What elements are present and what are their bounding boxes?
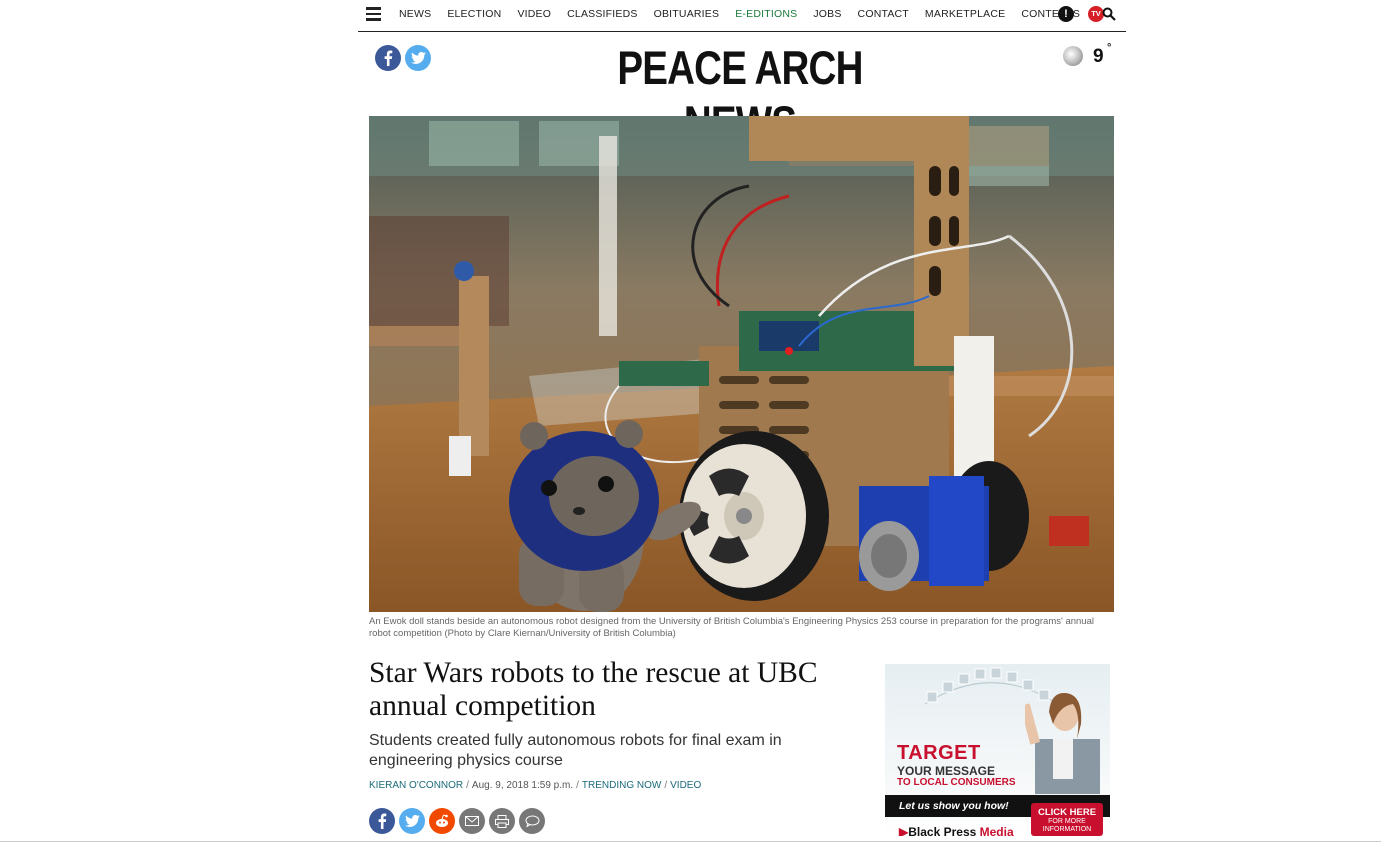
robot-photo [369, 116, 1114, 612]
reddit-icon[interactable] [429, 808, 455, 834]
ad-businesswoman-image [1025, 692, 1100, 794]
facebook-icon[interactable] [369, 808, 395, 834]
menu-icon[interactable] [366, 7, 381, 21]
publish-date: Aug. 9, 2018 1:59 p.m. [471, 780, 574, 791]
twitter-icon[interactable] [405, 45, 431, 71]
hero-image[interactable] [369, 116, 1114, 612]
article-headline: Star Wars robots to the rescue at UBC an… [369, 657, 818, 722]
twitter-icon[interactable] [399, 808, 425, 834]
comment-icon[interactable] [519, 808, 545, 834]
ad-tagline: Let us show you how! [899, 800, 1009, 812]
nav-news[interactable]: NEWS [399, 8, 431, 20]
nav-jobs[interactable]: JOBS [813, 8, 841, 20]
ad-brand-a: Black Press [908, 825, 977, 836]
hero-caption: An Ewok doll stands beside an autonomous… [369, 616, 1094, 639]
top-navigation: NEWS ELECTION VIDEO CLASSIFIEDS OBITUARI… [358, 0, 1126, 32]
nav-video[interactable]: VIDEO [517, 8, 551, 20]
ad-cta-main: CLICK HERE [1037, 807, 1097, 818]
nav-marketplace[interactable]: MARKETPLACE [925, 8, 1005, 20]
facebook-icon[interactable] [375, 45, 401, 71]
nav-contact[interactable]: CONTACT [858, 8, 909, 20]
ad-headline: TARGET [897, 742, 981, 764]
advertisement[interactable]: TARGET YOUR MESSAGE TO LOCAL CONSUMERS L… [885, 664, 1110, 836]
moon-icon [1063, 46, 1083, 66]
byline: KIERAN O'CONNOR / Aug. 9, 2018 1:59 p.m. / T… [369, 780, 702, 791]
print-icon[interactable] [489, 808, 515, 834]
nav-obituaries[interactable]: OBITUARIES [654, 8, 720, 20]
ad-line-2: TO LOCAL CONSUMERS [897, 777, 1016, 788]
ad-cta-sub1: FOR MORE [1048, 818, 1086, 825]
search-icon[interactable] [1102, 7, 1116, 21]
weather-temperature[interactable]: 9 [1093, 46, 1104, 68]
ad-line-1: YOUR MESSAGE [897, 764, 996, 778]
degree-symbol: ° [1107, 42, 1112, 54]
masthead-social [375, 45, 431, 71]
ad-click-here-button[interactable]: CLICK HERE FOR MORE INFORMATION [1031, 803, 1103, 836]
author-link[interactable]: KIERAN O'CONNOR [369, 780, 463, 791]
nav-e-editions[interactable]: E-EDITIONS [735, 8, 797, 20]
alert-icon[interactable]: ! [1058, 6, 1074, 22]
ad-brand-b: Media [979, 825, 1014, 836]
share-bar [369, 808, 545, 834]
tag-video[interactable]: VIDEO [670, 780, 701, 791]
article-dek: Students created fully autonomous robots… [369, 732, 782, 769]
nav-classifieds[interactable]: CLASSIFIEDS [567, 8, 637, 20]
ad-brand: ▶Black Press Media [899, 825, 1014, 836]
nav-election[interactable]: ELECTION [447, 8, 501, 20]
ad-cta-sub2: INFORMATION [1042, 826, 1092, 833]
page-bottom-divider [0, 841, 1381, 842]
tag-trending-now[interactable]: TRENDING NOW [582, 780, 661, 791]
email-icon[interactable] [459, 808, 485, 834]
nav-links: NEWS ELECTION VIDEO CLASSIFIEDS OBITUARI… [399, 8, 1096, 20]
